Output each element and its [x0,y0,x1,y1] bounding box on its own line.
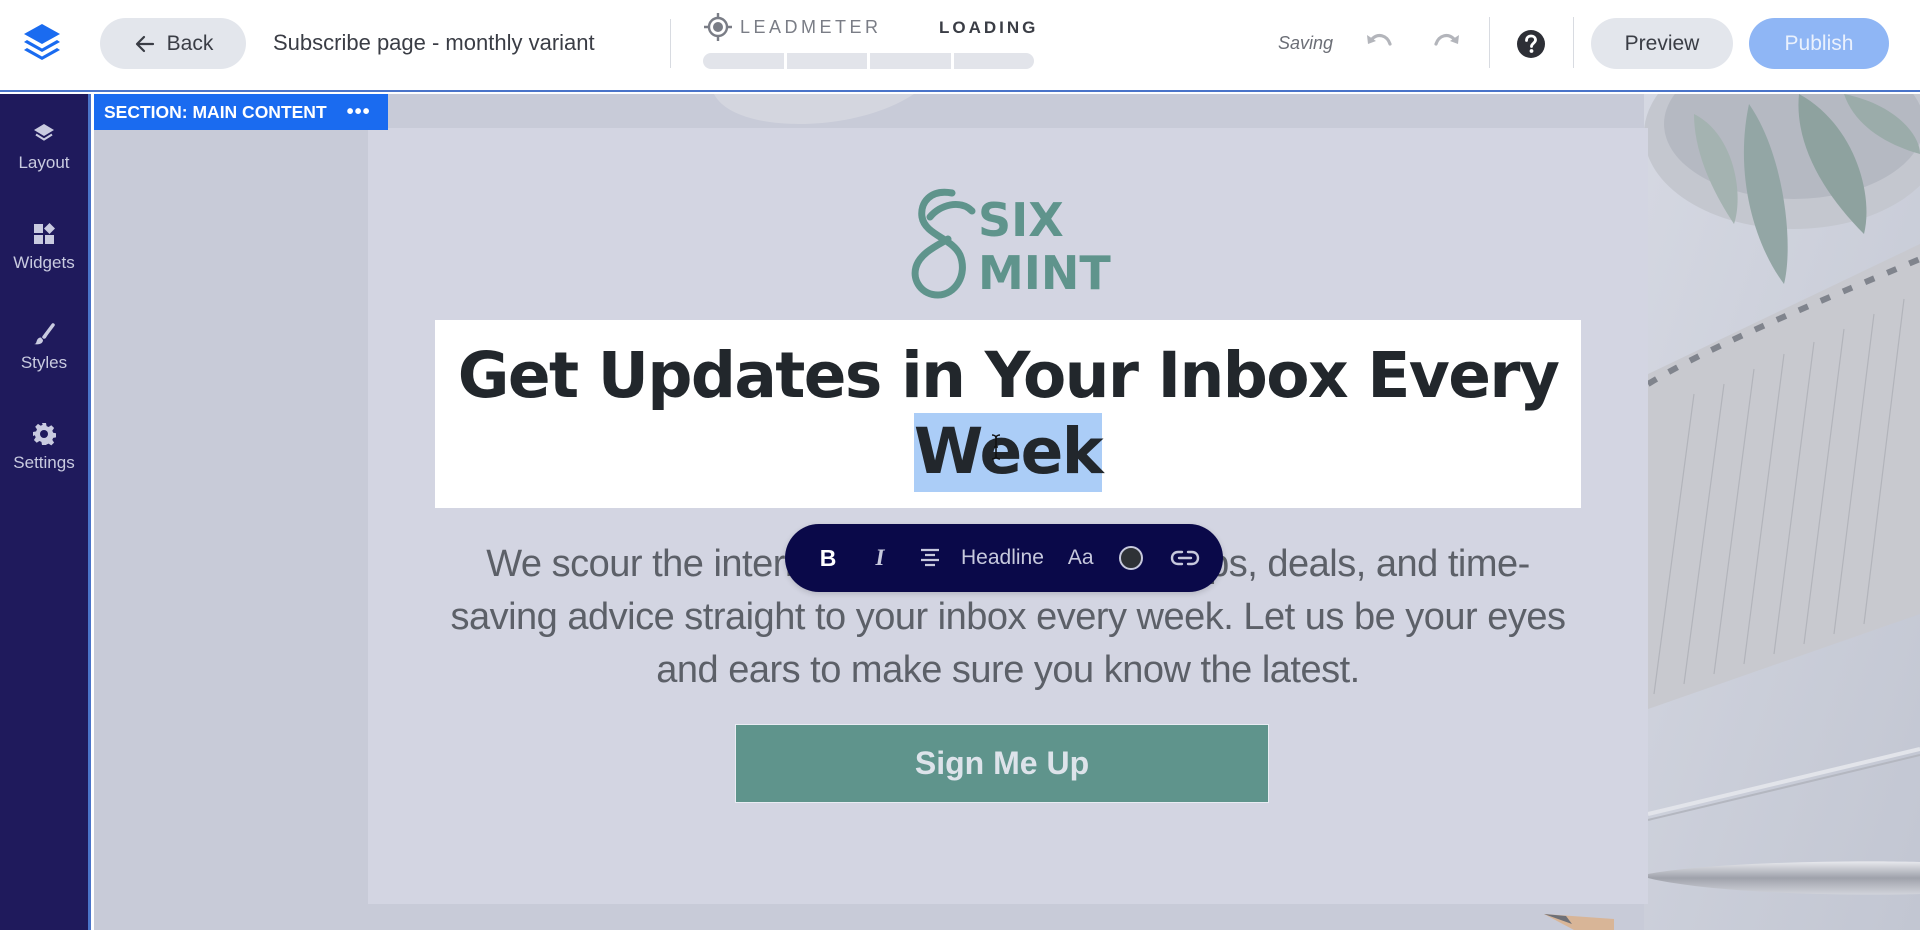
color-swatch [1118,546,1143,570]
undo-button[interactable] [1362,26,1396,60]
text-cursor-icon [991,434,1000,460]
section-label-text: SECTION: MAIN CONTENT [104,101,327,122]
meter-segment [786,53,867,69]
divider [1489,17,1490,68]
layers-icon [34,124,54,141]
preview-button[interactable]: Preview [1591,18,1733,69]
save-status: Saving [1278,33,1334,53]
crosshair-target-icon [704,13,732,41]
text-format-toolbar: B I Headline Aa [785,524,1223,592]
link-button[interactable] [1170,548,1200,568]
back-button[interactable]: Back [100,18,246,69]
sidebar-item-settings[interactable]: Settings [0,422,88,512]
arrow-left-icon [135,35,154,52]
widgets-icon [34,223,55,244]
divider [1573,17,1574,68]
left-sidebar: Layout Widgets Styles Settings [0,94,91,930]
top-bar: Back Subscribe page - monthly variant LE… [0,0,1920,92]
sidebar-item-label: Layout [18,153,70,172]
headline-text-editor[interactable]: Get Updates in Your Inbox Every Week [435,320,1581,508]
app-logo-icon[interactable] [18,22,66,66]
leadmeter-status: LOADING [939,18,1039,37]
sidebar-item-label: Widgets [13,253,75,272]
meter-segment [870,53,951,69]
text-style-dropdown[interactable]: Headline [961,546,1044,570]
meter-segment [703,53,784,69]
bold-button[interactable]: B [815,545,841,572]
divider [670,19,671,68]
meter-segment [953,53,1034,69]
redo-button[interactable] [1430,26,1464,60]
help-button[interactable] [1515,28,1547,60]
gear-icon [33,423,56,446]
sidebar-item-label: Styles [20,353,68,372]
content-card: SIX MINT Get Updates in Your Inbox Every… [368,128,1648,904]
selected-text[interactable]: Week [913,413,1104,492]
sidebar-item-widgets[interactable]: Widgets [0,222,88,312]
text-color-button[interactable] [1118,545,1144,571]
leadmeter[interactable]: LEADMETER [703,12,882,42]
italic-button[interactable]: I [867,545,893,571]
sidebar-item-styles[interactable]: Styles [0,322,88,412]
redo-icon [1434,33,1459,46]
sidebar-item-layout[interactable]: Layout [0,122,88,212]
editor-canvas[interactable]: SECTION: MAIN CONTENT ••• SIX MINT Get U… [94,94,1920,930]
align-button[interactable] [917,546,943,570]
logo-line-2: MINT [978,246,1111,300]
leadmeter-label: LEADMETER [740,16,882,37]
undo-icon [1367,33,1392,46]
link-icon [1170,550,1199,566]
selected-word: Week [913,415,1104,488]
headline-text: Get Updates in Your Inbox Every [457,339,1560,412]
section-label[interactable]: SECTION: MAIN CONTENT ••• [94,94,388,130]
brush-icon [34,323,55,345]
font-button[interactable]: Aa [1068,546,1094,570]
publish-button[interactable]: Publish [1749,18,1889,69]
help-circle-icon [1517,30,1545,58]
page-title[interactable]: Subscribe page - monthly variant [273,30,595,56]
leadmeter-progress-bar [703,53,1034,69]
sign-up-button[interactable]: Sign Me Up [735,724,1269,803]
sidebar-item-label: Settings [13,453,75,472]
logo-line-1: SIX [978,193,1064,247]
section-more-menu-icon[interactable]: ••• [347,102,371,122]
back-label: Back [166,31,214,55]
align-center-icon [921,548,939,567]
six-mint-logo: SIX MINT [911,188,1111,300]
